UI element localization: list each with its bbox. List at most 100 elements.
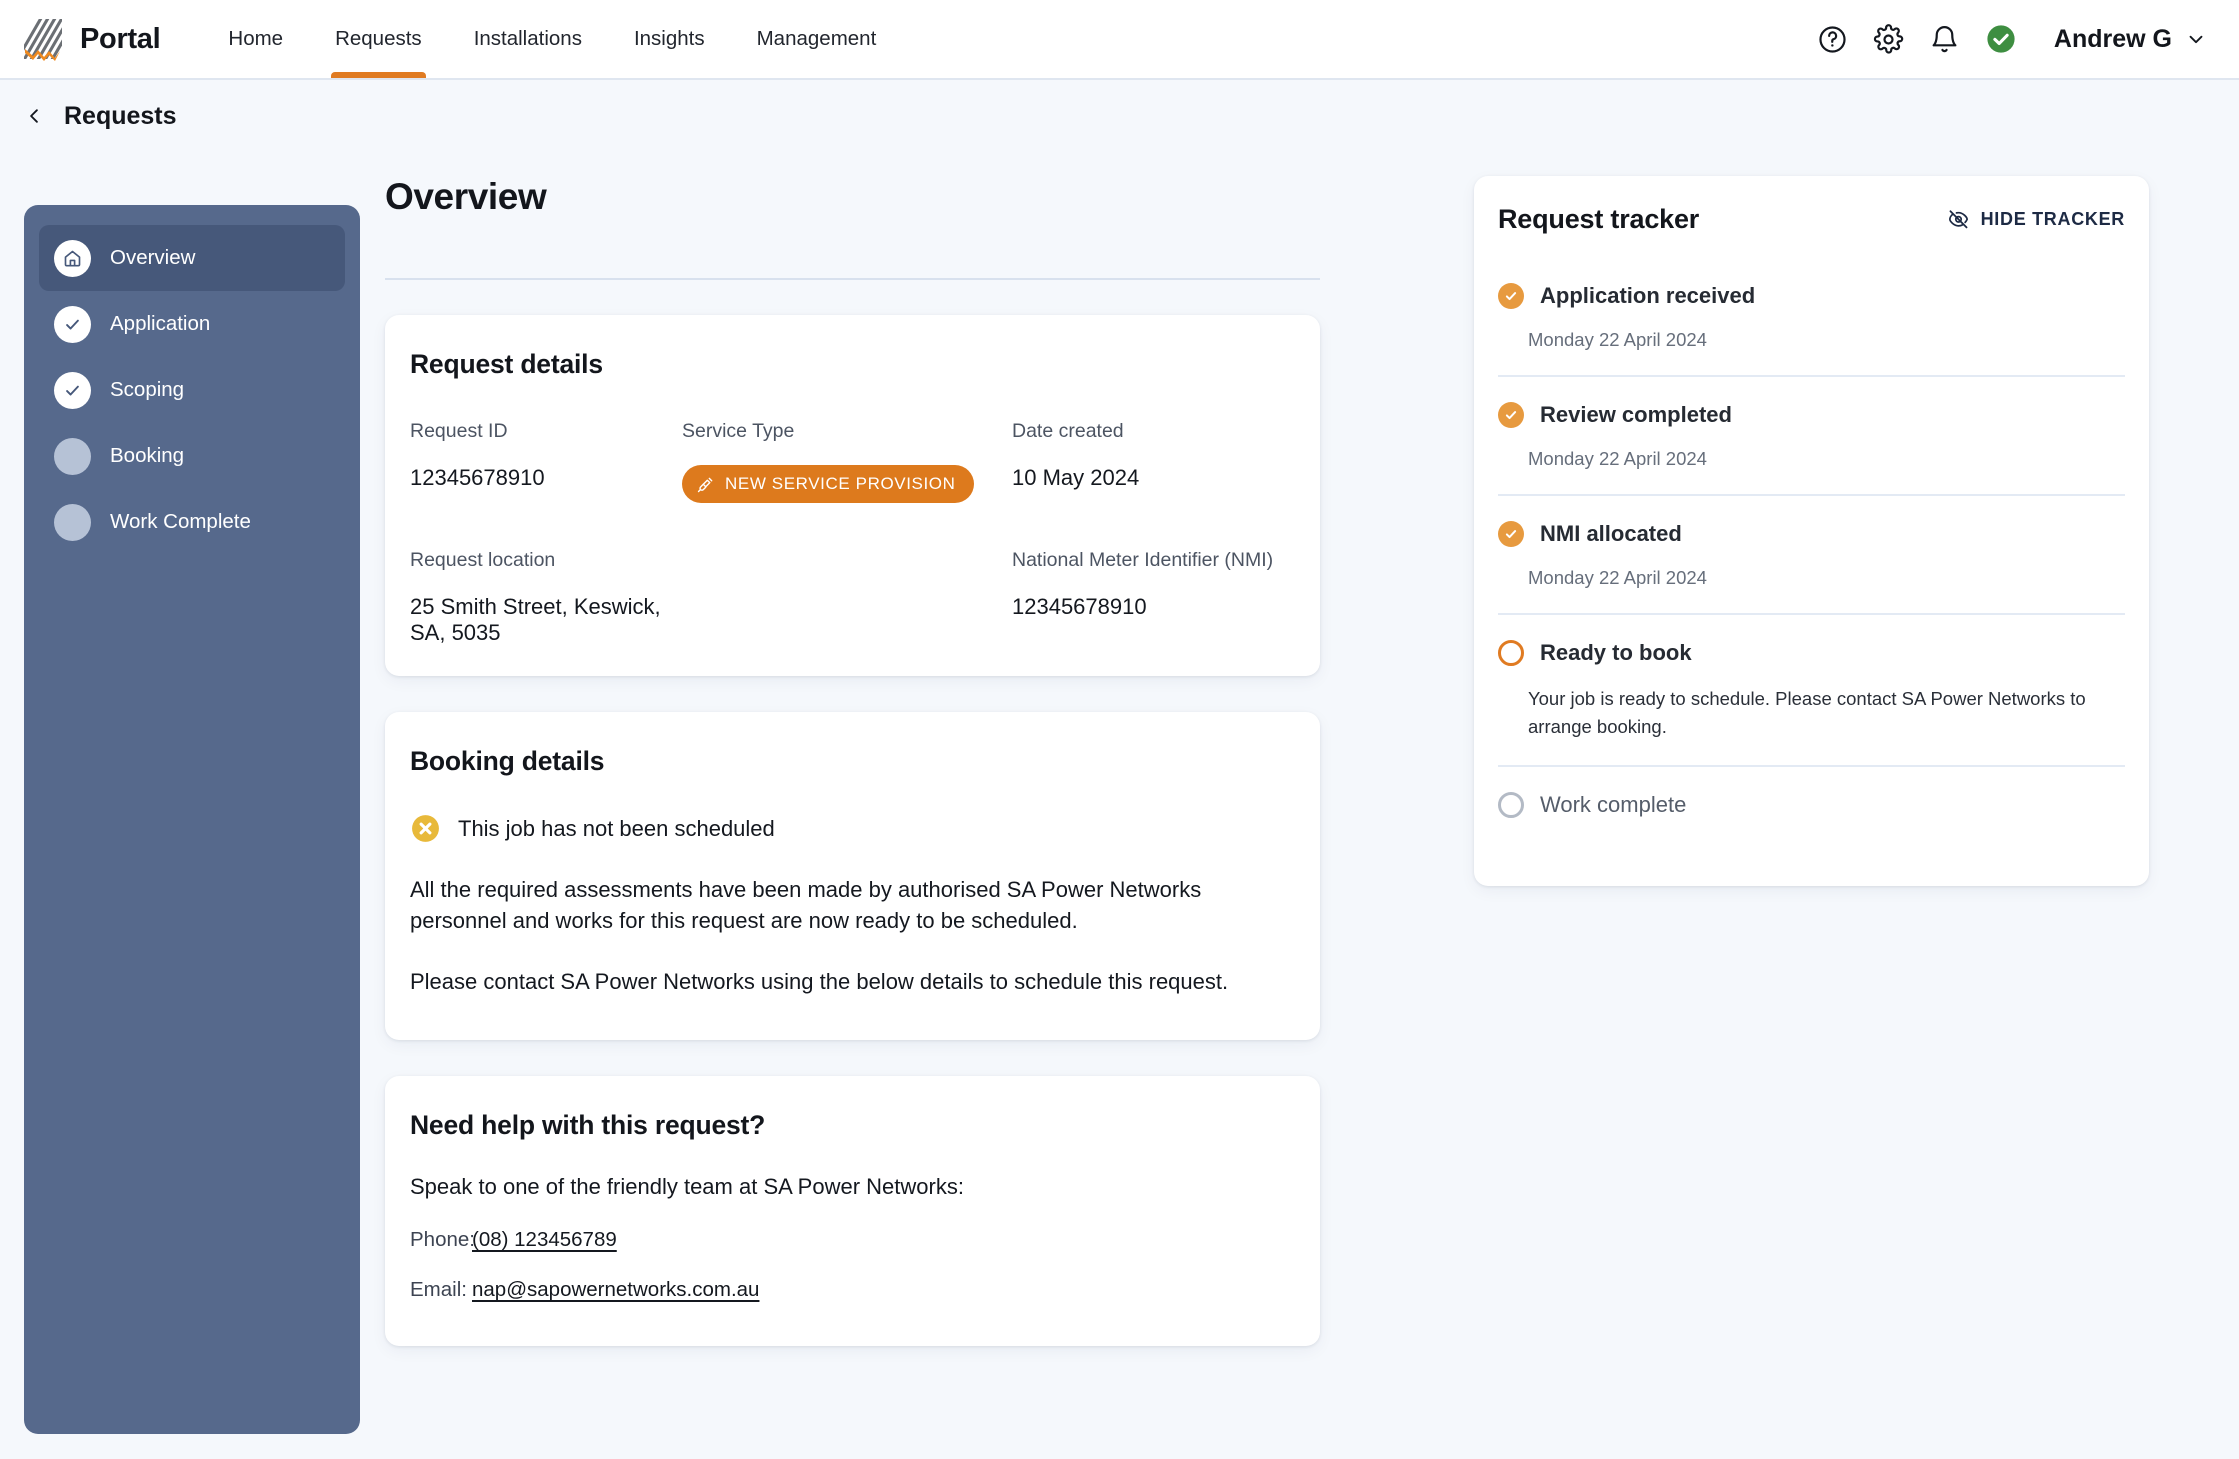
- header-actions: Andrew G: [1816, 22, 2207, 56]
- pending-dot-icon: [54, 503, 91, 541]
- tracker-steps: Application received Monday 22 April 202…: [1498, 283, 2125, 842]
- chevron-down-icon: [2189, 35, 2203, 44]
- page-body: Overview Application Scoping Booking Wor…: [0, 152, 2239, 1459]
- request-details-heading: Request details: [410, 349, 603, 379]
- page-breadcrumb-title: Requests: [64, 101, 177, 130]
- step-note: Your job is ready to schedule. Please co…: [1528, 688, 2086, 737]
- service-type-badge-label: NEW SERVICE PROVISION: [725, 474, 956, 493]
- sidebar-item-application[interactable]: Application: [39, 291, 345, 357]
- email-row: Email: nap@sapowernetworks.com.au: [410, 1278, 1295, 1302]
- help-intro: Speak to one of the friendly team at SA …: [410, 1173, 964, 1199]
- booking-status: This job has not been scheduled: [410, 813, 1295, 844]
- check-icon: [54, 371, 91, 409]
- step-label: Ready to book: [1540, 640, 1692, 665]
- plug-connector-icon: [697, 477, 713, 492]
- booking-details-card: Booking details This job has not been sc…: [385, 712, 1320, 1040]
- nmi-spacer: [682, 549, 1012, 586]
- sidebar-item-label: Overview: [110, 246, 196, 269]
- step-date: Monday 22 April 2024: [1528, 567, 1707, 588]
- chevron-left-icon: [30, 109, 38, 123]
- help-heading: Need help with this request?: [410, 1109, 766, 1140]
- eye-off-icon: [1948, 210, 1968, 229]
- sidebar-item-label: Scoping: [110, 378, 185, 401]
- pending-dot-icon: [54, 437, 91, 475]
- step-date: Monday 22 April 2024: [1528, 448, 1707, 469]
- nav-item-insights[interactable]: Insights: [608, 0, 731, 78]
- title-divider: [385, 278, 1320, 280]
- tracker-step: Ready to book Your job is ready to sched…: [1498, 613, 2125, 765]
- user-menu[interactable]: Andrew G: [2054, 25, 2207, 54]
- step-date: Monday 22 April 2024: [1528, 329, 1707, 350]
- page-title: Overview: [385, 176, 547, 217]
- step-current-icon: [1498, 640, 1524, 666]
- sidebar-item-booking[interactable]: Booking: [39, 423, 345, 489]
- phone-row: Phone: (08) 123456789: [410, 1228, 1295, 1252]
- request-id-label: Request ID: [410, 420, 508, 442]
- nav-item-installations[interactable]: Installations: [448, 0, 608, 78]
- sidebar-item-overview[interactable]: Overview: [39, 225, 345, 291]
- phone-label: Phone:: [410, 1227, 475, 1251]
- hatched-square-lightning-logo: [24, 19, 62, 61]
- step-done-icon: [1498, 521, 1524, 547]
- bell-icon[interactable]: [1928, 22, 1962, 56]
- help-card: Need help with this request? Speak to on…: [385, 1075, 1320, 1346]
- sidebar-item-work-complete[interactable]: Work Complete: [39, 489, 345, 555]
- request-location-label: Request location: [410, 549, 556, 571]
- step-label: Application received: [1540, 283, 1756, 308]
- booking-paragraph-1: All the required assessments have been m…: [410, 877, 1202, 934]
- request-location-value: 25 Smith Street, Keswick, SA, 5035: [410, 594, 661, 645]
- request-id-value: 12345678910: [410, 465, 545, 490]
- nav-item-requests[interactable]: Requests: [309, 0, 448, 78]
- nmi-spacer-value: [682, 594, 1012, 646]
- service-type-badge[interactable]: NEW SERVICE PROVISION: [682, 465, 974, 503]
- phone-link[interactable]: (08) 123456789: [472, 1228, 617, 1252]
- email-link[interactable]: nap@sapowernetworks.com.au: [472, 1278, 759, 1302]
- nav-item-home[interactable]: Home: [202, 0, 309, 78]
- tracker-header: Request tracker HIDE TRACKER: [1498, 204, 2125, 235]
- step-done-icon: [1498, 402, 1524, 428]
- back-button[interactable]: [24, 102, 46, 130]
- sidebar-item-label: Work Complete: [110, 510, 251, 533]
- gear-icon[interactable]: [1872, 22, 1906, 56]
- email-label: Email:: [410, 1277, 467, 1301]
- sidebar-item-label: Application: [110, 312, 211, 335]
- brand-name: Portal: [80, 22, 161, 55]
- step-label: Review completed: [1540, 402, 1732, 427]
- tracker-step: Review completed Monday 22 April 2024: [1498, 375, 2125, 494]
- check-icon: [54, 305, 91, 343]
- tracker-step: Work complete: [1498, 764, 2125, 842]
- date-created-label: Date created: [1012, 420, 1124, 442]
- tracker-step: Application received Monday 22 April 202…: [1498, 283, 2125, 375]
- stage-sidebar: Overview Application Scoping Booking Wor…: [24, 205, 360, 1434]
- tracker-step: NMI allocated Monday 22 April 2024: [1498, 494, 2125, 613]
- step-label: Work complete: [1540, 791, 1687, 817]
- check-circle-icon[interactable]: [1984, 22, 2018, 56]
- step-done-icon: [1498, 283, 1524, 309]
- request-tracker-panel: Request tracker HIDE TRACKER Application…: [1474, 176, 2149, 886]
- request-details-card: Request details Request ID Service Type …: [385, 315, 1320, 676]
- nav-item-management[interactable]: Management: [731, 0, 903, 78]
- help-circle-icon[interactable]: [1816, 22, 1850, 56]
- service-type-value: NEW SERVICE PROVISION: [682, 465, 1012, 541]
- breadcrumb: Requests: [0, 80, 2239, 152]
- step-pending-icon: [1498, 791, 1524, 818]
- sidebar-item-scoping[interactable]: Scoping: [39, 357, 345, 423]
- date-created-value: 10 May 2024: [1012, 465, 1140, 490]
- step-label: NMI allocated: [1540, 521, 1682, 546]
- x-circle-icon: [412, 815, 439, 842]
- tracker-title: Request tracker: [1498, 204, 1700, 234]
- home-icon: [54, 239, 91, 277]
- nmi-value: 12345678910: [1012, 594, 1147, 619]
- service-type-label: Service Type: [682, 420, 795, 442]
- main-content: Overview Request details Request ID Serv…: [385, 176, 1320, 1346]
- brand[interactable]: Portal: [22, 17, 161, 61]
- sidebar-item-label: Booking: [110, 444, 185, 467]
- nmi-label: National Meter Identifier (NMI): [1012, 549, 1274, 571]
- top-header: Portal Home Requests Installations Insig…: [0, 0, 2239, 80]
- hide-tracker-button[interactable]: HIDE TRACKER: [1947, 208, 2125, 231]
- request-details-grid: Request ID Service Type Date created 123…: [410, 420, 1295, 646]
- booking-paragraph-2: Please contact SA Power Networks using t…: [410, 969, 1229, 995]
- booking-status-text: This job has not been scheduled: [458, 815, 775, 841]
- booking-details-heading: Booking details: [410, 746, 605, 776]
- user-name: Andrew G: [2053, 24, 2172, 53]
